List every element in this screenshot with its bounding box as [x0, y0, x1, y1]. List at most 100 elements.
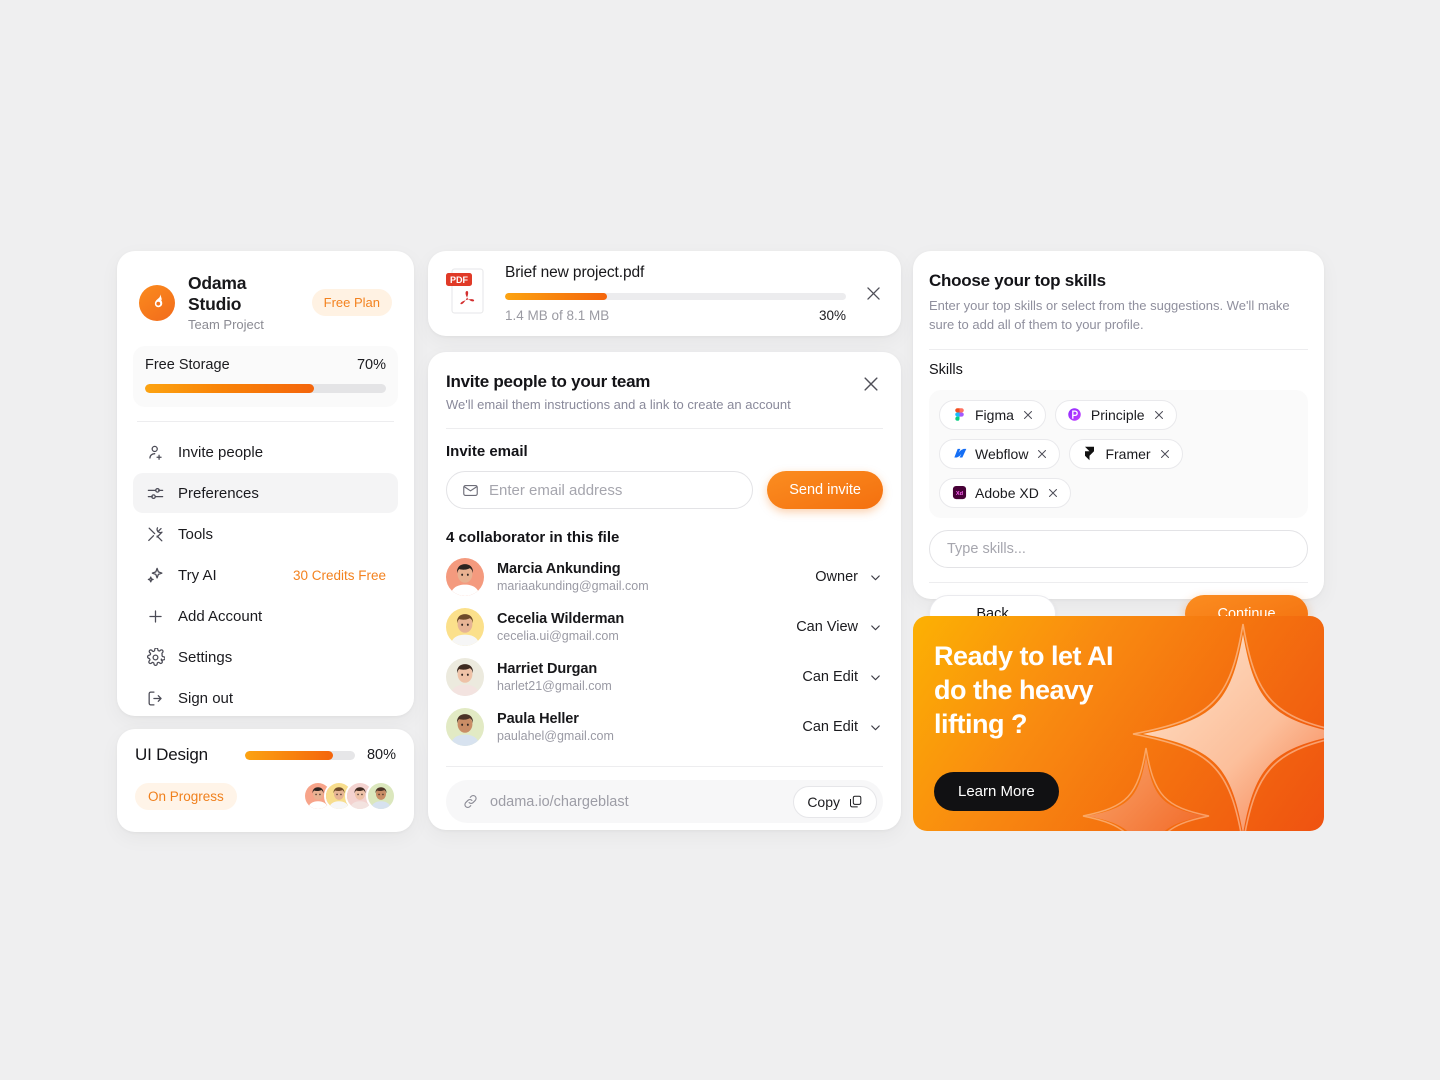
upload-file-name: Brief new project.pdf	[505, 264, 645, 281]
brand-row: Odama Studio Team Project Free Plan	[133, 267, 398, 332]
close-icon[interactable]	[861, 282, 885, 306]
svg-text:Xd: Xd	[955, 491, 963, 497]
collaborator-role-select[interactable]: Can Edit	[802, 669, 883, 685]
send-invite-button[interactable]: Send invite	[767, 471, 883, 509]
skill-chip-label: Webflow	[975, 445, 1029, 462]
upload-size-label: 1.4 MB of 8.1 MB	[505, 308, 610, 323]
menu-item-label: Settings	[178, 648, 233, 666]
close-icon[interactable]	[1047, 487, 1059, 499]
chevron-down-icon	[868, 720, 883, 735]
collaborator-name: Paula Heller	[497, 711, 579, 727]
project-footer: On Progress	[135, 781, 396, 811]
share-link-row: odama.io/chargeblast Copy	[446, 780, 883, 823]
user-plus-icon	[145, 442, 165, 462]
storage-header: Free Storage 70%	[145, 357, 386, 373]
collaborator-row: Marcia Ankunding mariaakunding@gmail.com…	[446, 552, 883, 602]
file-upload-card: PDF Brief new project.pdf 1.4 MB of 8.1 …	[428, 251, 901, 336]
brand-subtitle: Team Project	[188, 317, 264, 332]
upload-percent: 30%	[818, 308, 846, 323]
chevron-down-icon	[868, 570, 883, 585]
skill-chip-label: Adobe XD	[975, 484, 1039, 501]
collaborator-role-select[interactable]: Owner	[815, 569, 883, 585]
sparkle-icon	[145, 565, 165, 585]
project-card: UI Design 80% On Progress	[117, 729, 414, 832]
skills-card: Choose your top skills Enter your top sk…	[913, 251, 1324, 633]
invite-email-row: Enter email address Send invite	[446, 471, 883, 509]
odama-logo	[139, 284, 175, 321]
close-icon[interactable]	[1036, 448, 1048, 460]
skill-chip-framer[interactable]: Framer	[1069, 438, 1183, 469]
menu-item-label: Try AI	[178, 566, 217, 584]
collaborator-role-select[interactable]: Can Edit	[802, 719, 883, 735]
flame-droplet-icon	[148, 291, 167, 315]
project-progress-fill	[244, 750, 333, 760]
menu-item-add-account[interactable]: Add Account	[133, 596, 398, 636]
close-icon[interactable]	[1022, 409, 1034, 421]
account-menu: Invite people Preferences Tools Try AI 3…	[133, 432, 398, 718]
menu-item-label: Tools	[178, 525, 214, 543]
menu-item-label: Sign out	[178, 689, 234, 707]
screen: Odama Studio Team Project Free Plan Free…	[0, 0, 1440, 1080]
sliders-icon	[145, 483, 165, 503]
copy-link-button[interactable]: Copy	[793, 785, 877, 818]
webflow-logo-icon	[951, 446, 967, 462]
skills-input[interactable]: Type skills...	[929, 529, 1308, 568]
skill-chip-label: Figma	[975, 406, 1014, 423]
storage-progress-fill	[145, 384, 314, 393]
skill-chip-figma[interactable]: Figma	[939, 399, 1046, 430]
collaborator-info: Paula Heller paulahel@gmail.com	[497, 711, 789, 743]
menu-item-label: Preferences	[178, 484, 259, 502]
collaborator-role-select[interactable]: Can View	[796, 619, 883, 635]
skill-chip-principle[interactable]: Principle	[1054, 399, 1177, 430]
close-icon[interactable]	[859, 372, 883, 396]
menu-item-tools[interactable]: Tools	[133, 514, 398, 554]
principle-logo-icon	[1067, 407, 1083, 423]
menu-item-settings[interactable]: Settings	[133, 637, 398, 677]
collaborator-name: Harriet Durgan	[497, 661, 598, 677]
upload-meta: 1.4 MB of 8.1 MB 30%	[505, 308, 846, 323]
invite-title: Invite people to your team	[446, 372, 651, 391]
email-placeholder: Enter email address	[489, 481, 623, 499]
menu-item-sign-out[interactable]: Sign out	[133, 678, 398, 718]
divider	[137, 421, 394, 422]
copy-icon	[848, 794, 863, 809]
collaborator-count: 4 collaborator in this file	[446, 529, 620, 546]
storage-widget: Free Storage 70%	[133, 346, 398, 407]
framer-logo-icon	[1081, 446, 1097, 462]
skill-chips-panel: Figma Principle Webflow Framer Xd Adobe …	[929, 389, 1308, 518]
project-percent: 80%	[366, 747, 396, 763]
collaborator-info: Harriet Durgan harlet21@gmail.com	[497, 661, 789, 693]
menu-item-preferences[interactable]: Preferences	[133, 473, 398, 513]
status-badge: On Progress	[135, 782, 237, 810]
collaborator-email: cecelia.ui@gmail.com	[497, 629, 619, 643]
menu-item-invite-people[interactable]: Invite people	[133, 432, 398, 472]
divider	[446, 428, 883, 429]
divider	[929, 348, 1308, 350]
skill-chip-adobe-xd[interactable]: Xd Adobe XD	[939, 477, 1071, 508]
skills-subtitle: Enter your top skills or select from the…	[929, 298, 1290, 332]
brand-name: Odama Studio	[188, 273, 247, 314]
menu-item-badge: 30 Credits Free	[292, 567, 386, 583]
close-icon[interactable]	[1159, 448, 1171, 460]
svg-text:PDF: PDF	[450, 275, 469, 285]
learn-more-button[interactable]: Learn More	[934, 772, 1059, 811]
project-avatar-stack[interactable]	[303, 781, 396, 811]
invite-header: Invite people to your team We'll email t…	[446, 372, 883, 412]
project-header: UI Design 80%	[135, 745, 396, 765]
avatar	[446, 558, 484, 596]
menu-item-try-ai[interactable]: Try AI 30 Credits Free	[133, 555, 398, 595]
upload-progress-track	[505, 293, 846, 300]
skills-field-label: Skills	[929, 361, 963, 378]
ai-banner-title: Ready to let AI do the heavy lifting ?	[934, 641, 1114, 739]
skill-chip-label: Framer	[1105, 445, 1151, 462]
invite-card: Invite people to your team We'll email t…	[428, 352, 901, 830]
skill-chip-webflow[interactable]: Webflow	[939, 438, 1061, 469]
collaborator-email: mariaakunding@gmail.com	[497, 579, 649, 593]
collaborator-row: Paula Heller paulahel@gmail.com Can Edit	[446, 702, 883, 752]
plan-badge[interactable]: Free Plan	[311, 289, 392, 316]
close-icon[interactable]	[1153, 409, 1165, 421]
avatar	[446, 708, 484, 746]
share-link-url[interactable]: odama.io/chargeblast	[490, 794, 782, 810]
avatar	[446, 608, 484, 646]
email-input-wrapper[interactable]: Enter email address	[446, 471, 754, 509]
